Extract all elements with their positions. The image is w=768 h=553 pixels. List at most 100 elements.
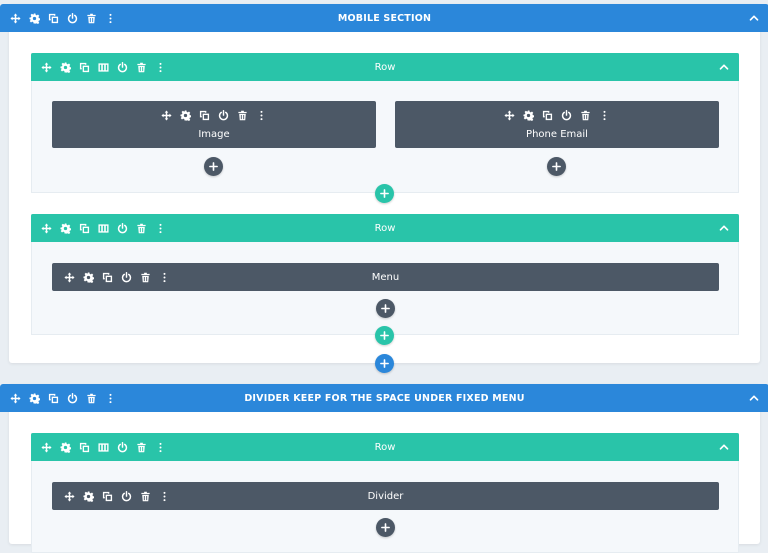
plus-icon bbox=[209, 162, 218, 171]
more-icon[interactable] bbox=[105, 393, 116, 404]
duplicate-icon[interactable] bbox=[102, 491, 113, 502]
module-toolbar-icons bbox=[395, 108, 719, 122]
section-toolbar: DIVIDER KEEP FOR THE SPACE UNDER FIXED M… bbox=[0, 384, 768, 412]
columns-icon[interactable] bbox=[98, 442, 109, 453]
chevron-up-icon[interactable] bbox=[749, 384, 759, 412]
more-icon[interactable] bbox=[256, 110, 267, 121]
duplicate-icon[interactable] bbox=[79, 442, 90, 453]
duplicate-icon[interactable] bbox=[48, 393, 59, 404]
module-menu[interactable]: Menu bbox=[52, 263, 719, 291]
section-toolbar-icons bbox=[10, 384, 116, 412]
more-icon[interactable] bbox=[155, 442, 166, 453]
trash-icon[interactable] bbox=[136, 62, 147, 73]
trash-icon[interactable] bbox=[136, 223, 147, 234]
gear-icon[interactable] bbox=[29, 13, 40, 24]
more-icon[interactable] bbox=[155, 223, 166, 234]
power-icon[interactable] bbox=[117, 223, 128, 234]
gear-icon[interactable] bbox=[60, 62, 71, 73]
row-toolbar: Row bbox=[31, 214, 739, 242]
section-mobile: MOBILE SECTION Row Image Phone Email Row… bbox=[0, 4, 768, 363]
duplicate-icon[interactable] bbox=[48, 13, 59, 24]
row-toolbar: Row bbox=[31, 53, 739, 81]
move-icon[interactable] bbox=[504, 110, 515, 121]
move-icon[interactable] bbox=[64, 491, 75, 502]
trash-icon[interactable] bbox=[140, 272, 151, 283]
row-toolbar-icons bbox=[41, 433, 166, 461]
move-icon[interactable] bbox=[10, 393, 21, 404]
duplicate-icon[interactable] bbox=[79, 223, 90, 234]
chevron-up-icon[interactable] bbox=[749, 4, 759, 32]
add-row-button[interactable] bbox=[375, 326, 394, 345]
duplicate-icon[interactable] bbox=[102, 272, 113, 283]
duplicate-icon[interactable] bbox=[79, 62, 90, 73]
move-icon[interactable] bbox=[41, 62, 52, 73]
more-icon[interactable] bbox=[105, 13, 116, 24]
row: Row Menu bbox=[31, 214, 739, 335]
section-divider: DIVIDER KEEP FOR THE SPACE UNDER FIXED M… bbox=[0, 384, 768, 553]
trash-icon[interactable] bbox=[580, 110, 591, 121]
plus-icon bbox=[380, 189, 389, 198]
module-toolbar-icons bbox=[64, 482, 170, 510]
gear-icon[interactable] bbox=[60, 442, 71, 453]
more-icon[interactable] bbox=[159, 491, 170, 502]
columns-icon[interactable] bbox=[98, 223, 109, 234]
columns-icon[interactable] bbox=[98, 62, 109, 73]
row-toolbar-icons bbox=[41, 214, 166, 242]
module-image[interactable]: Image bbox=[52, 101, 376, 148]
power-icon[interactable] bbox=[67, 13, 78, 24]
gear-icon[interactable] bbox=[29, 393, 40, 404]
add-module-button[interactable] bbox=[376, 518, 395, 537]
add-module-button[interactable] bbox=[204, 157, 223, 176]
section-toolbar: MOBILE SECTION bbox=[0, 4, 768, 32]
plus-icon bbox=[381, 304, 390, 313]
row-toolbar: Row bbox=[31, 433, 739, 461]
gear-icon[interactable] bbox=[523, 110, 534, 121]
section-toolbar-icons bbox=[10, 4, 116, 32]
trash-icon[interactable] bbox=[86, 13, 97, 24]
module-title: Image bbox=[198, 128, 230, 140]
gear-icon[interactable] bbox=[83, 491, 94, 502]
power-icon[interactable] bbox=[218, 110, 229, 121]
module-divider[interactable]: Divider bbox=[52, 482, 719, 510]
more-icon[interactable] bbox=[159, 272, 170, 283]
duplicate-icon[interactable] bbox=[542, 110, 553, 121]
plus-icon bbox=[380, 331, 389, 340]
trash-icon[interactable] bbox=[86, 393, 97, 404]
move-icon[interactable] bbox=[41, 223, 52, 234]
power-icon[interactable] bbox=[117, 62, 128, 73]
chevron-up-icon[interactable] bbox=[719, 53, 729, 81]
row: Row Divider bbox=[31, 433, 739, 553]
module-toolbar-icons bbox=[64, 263, 170, 291]
more-icon[interactable] bbox=[155, 62, 166, 73]
gear-icon[interactable] bbox=[60, 223, 71, 234]
module-title: Phone Email bbox=[526, 128, 588, 140]
more-icon[interactable] bbox=[599, 110, 610, 121]
add-module-button[interactable] bbox=[547, 157, 566, 176]
plus-icon bbox=[381, 523, 390, 532]
power-icon[interactable] bbox=[121, 491, 132, 502]
row-toolbar-icons bbox=[41, 53, 166, 81]
trash-icon[interactable] bbox=[140, 491, 151, 502]
trash-icon[interactable] bbox=[136, 442, 147, 453]
move-icon[interactable] bbox=[161, 110, 172, 121]
move-icon[interactable] bbox=[41, 442, 52, 453]
chevron-up-icon[interactable] bbox=[719, 214, 729, 242]
row: Row Image Phone Email bbox=[31, 53, 739, 193]
plus-icon bbox=[380, 359, 389, 368]
power-icon[interactable] bbox=[67, 393, 78, 404]
add-row-button[interactable] bbox=[375, 184, 394, 203]
power-icon[interactable] bbox=[121, 272, 132, 283]
plus-icon bbox=[552, 162, 561, 171]
add-section-button[interactable] bbox=[375, 354, 394, 373]
gear-icon[interactable] bbox=[180, 110, 191, 121]
move-icon[interactable] bbox=[64, 272, 75, 283]
duplicate-icon[interactable] bbox=[199, 110, 210, 121]
power-icon[interactable] bbox=[117, 442, 128, 453]
module-phone-email[interactable]: Phone Email bbox=[395, 101, 719, 148]
move-icon[interactable] bbox=[10, 13, 21, 24]
trash-icon[interactable] bbox=[237, 110, 248, 121]
gear-icon[interactable] bbox=[83, 272, 94, 283]
chevron-up-icon[interactable] bbox=[719, 433, 729, 461]
add-module-button[interactable] bbox=[376, 299, 395, 318]
power-icon[interactable] bbox=[561, 110, 572, 121]
